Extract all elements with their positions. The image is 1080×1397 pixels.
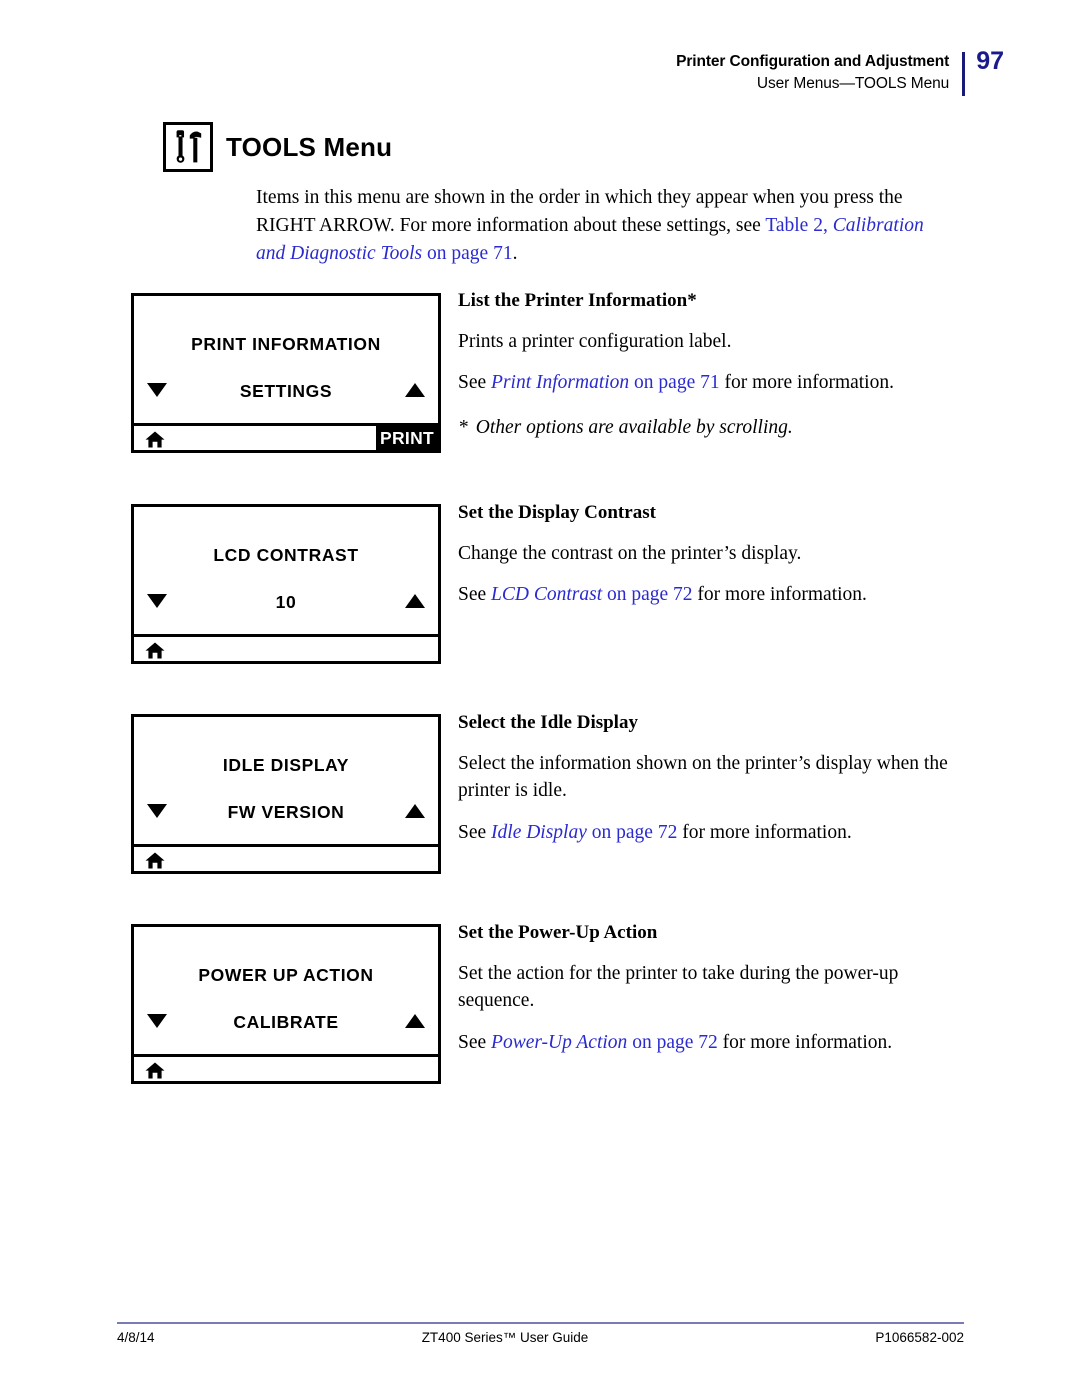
lcd-value: CALIBRATE — [233, 1012, 339, 1032]
lcd-title: PRINT INFORMATION — [191, 334, 381, 354]
see-prefix: See — [458, 1032, 492, 1054]
entry-body: Set the action for the printer to take d… — [458, 962, 899, 1012]
page-title-block: TOOLS Menu — [163, 122, 392, 172]
entry-heading: List the Printer Information* — [458, 290, 697, 311]
footer-rule — [117, 1322, 964, 1324]
see-link-onpage[interactable]: on page — [629, 372, 700, 393]
scroll-up-arrow-icon[interactable] — [405, 594, 425, 608]
see-suffix: for more information. — [692, 584, 867, 606]
entry-heading: Select the Idle Display — [458, 712, 638, 733]
see-prefix: See — [458, 372, 492, 394]
entry-see-reference: See Print Information on page 71 for mor… — [458, 369, 958, 397]
header-chapter-title: Printer Configuration and Adjustment — [676, 53, 950, 70]
entry-see-reference: See LCD Contrast on page 72 for more inf… — [458, 581, 958, 609]
intro-period: . — [512, 242, 518, 264]
scroll-down-arrow-icon[interactable] — [147, 594, 167, 608]
see-link-page-number[interactable]: 72 — [698, 1032, 718, 1053]
lcd-softkey-bar — [134, 1054, 438, 1081]
footer-date: 4/8/14 — [117, 1330, 155, 1345]
scroll-down-arrow-icon[interactable] — [147, 383, 167, 397]
lcd-screen-area: IDLE DISPLAY FW VERSION — [134, 717, 438, 844]
see-link-title[interactable]: Power-Up Action — [491, 1032, 627, 1053]
see-link-page-number[interactable]: 72 — [673, 584, 693, 605]
see-suffix: for more information. — [717, 1032, 893, 1054]
page-footer: 4/8/14 ZT400 Series™ User Guide P1066582… — [117, 1330, 964, 1345]
lcd-screen-area: LCD CONTRAST 10 — [134, 507, 438, 634]
see-link-title[interactable]: LCD Contrast — [491, 584, 602, 605]
page-header: Printer Configuration and Adjustment Use… — [676, 47, 1004, 96]
footnote-star: * — [458, 417, 468, 439]
lcd-title: IDLE DISPLAY — [222, 755, 350, 775]
intro-link-page-number[interactable]: 71 — [493, 243, 513, 264]
entry-see-reference: See Idle Display on page 72 for more inf… — [458, 819, 958, 847]
lcd-panel-idle-display[interactable]: IDLE DISPLAY FW VERSION — [131, 714, 441, 874]
scroll-up-arrow-icon[interactable] — [405, 1014, 425, 1028]
home-icon[interactable] — [145, 642, 165, 659]
entry-body: Prints a printer configuration label. — [458, 330, 732, 352]
entry-description: Set the Power-Up Action Set the action f… — [458, 920, 958, 1057]
scroll-down-arrow-icon[interactable] — [147, 804, 167, 818]
entry-body: Change the contrast on the printer’s dis… — [458, 542, 802, 564]
entry-heading: Set the Power-Up Action — [458, 922, 658, 943]
lcd-title: POWER UP ACTION — [198, 965, 374, 985]
lcd-value: FW VERSION — [227, 802, 345, 822]
entry-description: Set the Display Contrast Change the cont… — [458, 500, 958, 609]
lcd-screen-area: POWER UP ACTION CALIBRATE — [134, 927, 438, 1054]
see-link-page-number[interactable]: 71 — [700, 372, 720, 393]
footer-part-number: P1066582-002 — [875, 1330, 964, 1345]
entry-body: Select the information shown on the prin… — [458, 752, 948, 802]
scroll-up-arrow-icon[interactable] — [405, 804, 425, 818]
home-icon[interactable] — [145, 1062, 165, 1079]
see-suffix: for more information. — [677, 822, 852, 844]
footer-guide-title: ZT400 Series™ User Guide — [421, 1330, 589, 1345]
lcd-value: SETTINGS — [239, 381, 333, 401]
home-icon[interactable] — [145, 431, 165, 448]
lcd-panel-power-up-action[interactable]: POWER UP ACTION CALIBRATE — [131, 924, 441, 1084]
intro-link-table2[interactable]: Table 2, — [765, 215, 832, 236]
entry-footnote: * Other options are available by scrollin… — [458, 414, 958, 442]
lcd-value: 10 — [275, 592, 297, 612]
see-prefix: See — [458, 822, 492, 844]
lcd-softkey-bar — [134, 634, 438, 661]
footnote-text: Other options are available by scrolling… — [475, 417, 793, 439]
lcd-panel-lcd-contrast[interactable]: LCD CONTRAST 10 — [131, 504, 441, 664]
entry-heading: Set the Display Contrast — [458, 502, 656, 523]
intro-link-onpage[interactable]: on page — [422, 243, 493, 264]
header-vertical-rule — [962, 52, 966, 96]
lcd-panel-print-information[interactable]: PRINT INFORMATION SETTINGS PRINT — [131, 293, 441, 453]
page-number: 97 — [976, 47, 1004, 75]
see-link-title[interactable]: Print Information — [491, 372, 629, 393]
scroll-down-arrow-icon[interactable] — [147, 1014, 167, 1028]
see-link-onpage[interactable]: on page — [627, 1032, 698, 1053]
print-softkey-button[interactable]: PRINT — [376, 426, 438, 451]
lcd-softkey-bar: PRINT — [134, 423, 438, 451]
see-link-onpage[interactable]: on page — [602, 584, 673, 605]
lcd-softkey-bar — [134, 844, 438, 871]
lcd-screen-area: PRINT INFORMATION SETTINGS — [134, 296, 438, 423]
entry-description: List the Printer Information* Prints a p… — [458, 288, 958, 442]
see-link-page-number[interactable]: 72 — [658, 822, 678, 843]
see-link-onpage[interactable]: on page — [587, 822, 658, 843]
see-prefix: See — [458, 584, 492, 606]
see-link-title[interactable]: Idle Display — [491, 822, 587, 843]
tools-wrench-hammer-icon — [163, 122, 213, 172]
intro-paragraph: Items in this menu are shown in the orde… — [256, 184, 956, 268]
scroll-up-arrow-icon[interactable] — [405, 383, 425, 397]
header-title-block: Printer Configuration and Adjustment Use… — [676, 52, 962, 94]
header-section-title: User Menus—TOOLS Menu — [756, 74, 950, 92]
page-title: TOOLS Menu — [226, 131, 393, 162]
home-icon[interactable] — [145, 852, 165, 869]
entry-description: Select the Idle Display Select the infor… — [458, 710, 958, 847]
see-suffix: for more information. — [719, 372, 894, 394]
lcd-title: LCD CONTRAST — [213, 545, 359, 565]
entry-see-reference: See Power-Up Action on page 72 for more … — [458, 1029, 958, 1057]
